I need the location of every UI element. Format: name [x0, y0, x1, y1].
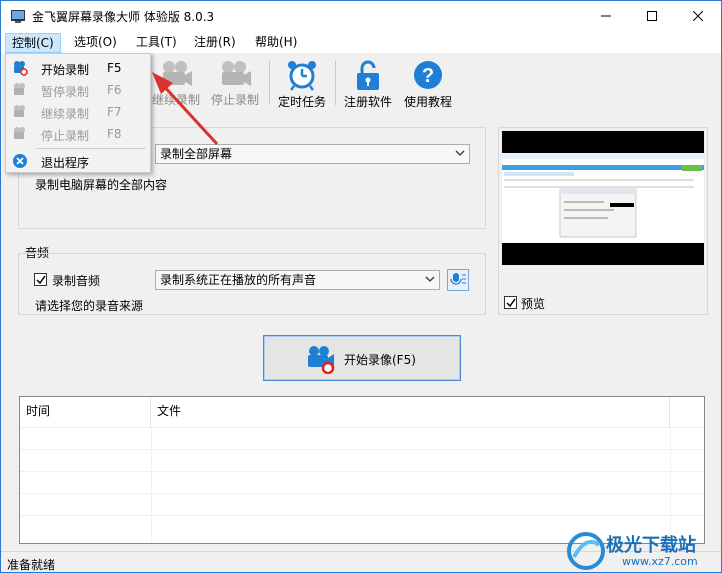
audio-settings-button[interactable] — [447, 269, 469, 291]
video-camera-icon — [163, 61, 192, 86]
resume-camera-icon — [14, 105, 25, 117]
column-divider — [151, 427, 152, 543]
toolbar-divider — [335, 61, 336, 105]
menu-item-start-record[interactable]: 开始录制 F5 — [6, 57, 150, 79]
status-text: 准备就绪 — [7, 558, 56, 572]
menu-item-label: 开始录制 — [41, 63, 90, 77]
checkmark-icon — [36, 275, 46, 285]
stop-camera-icon — [14, 127, 25, 139]
exit-icon — [13, 154, 27, 168]
menu-item-shortcut: F5 — [107, 61, 122, 75]
close-icon — [693, 11, 703, 21]
register-button[interactable]: 注册软件 — [337, 57, 399, 109]
svg-text:?: ? — [422, 65, 434, 87]
app-icon — [11, 10, 25, 23]
watermark-text: 极光下载站 — [606, 535, 696, 556]
pause-camera-icon — [14, 83, 25, 95]
minimize-icon — [601, 15, 611, 17]
site-logo-icon — [567, 532, 605, 570]
recordings-table: 时间 文件 — [19, 396, 705, 544]
menu-item-stop-record[interactable]: 停止录制 F8 — [6, 123, 150, 145]
stop-record-button[interactable]: 停止录制 — [204, 57, 266, 109]
menu-bar: 控制(C) 选项(O) 工具(T) 注册(R) 帮助(H) — [1, 31, 721, 53]
menu-register[interactable]: 注册(R) — [188, 33, 242, 53]
alarm-clock-icon — [288, 61, 316, 91]
menu-item-pause-record[interactable]: 暂停录制 F6 — [6, 79, 150, 101]
toolbar-divider — [269, 61, 270, 105]
start-recording-label: 开始录像(F5) — [344, 353, 416, 367]
record-audio-checkbox[interactable] — [34, 273, 47, 286]
table-row-divider — [20, 449, 704, 450]
audio-source-value: 录制系统正在播放的所有声音 — [160, 273, 317, 287]
column-divider — [670, 427, 671, 543]
menu-item-shortcut: F8 — [107, 127, 122, 141]
microphone-icon — [450, 273, 466, 285]
timer-task-label: 定时任务 — [277, 95, 326, 109]
site-watermark: 极光下载站 www.xz7.com — [566, 529, 716, 573]
app-window: 金飞翼屏幕录像大师 体验版 8.0.3 控制(C) 选项(O) 工具(T) 注册… — [0, 0, 722, 573]
maximize-button[interactable] — [629, 1, 675, 31]
chevron-down-icon — [425, 276, 435, 282]
audio-source-select[interactable]: 录制系统正在播放的所有声音 — [155, 270, 440, 290]
table-row-divider — [20, 471, 704, 472]
menu-item-label: 退出程序 — [41, 156, 90, 170]
chevron-down-icon — [455, 150, 465, 156]
menu-control[interactable]: 控制(C) — [5, 33, 61, 53]
menu-item-label: 停止录制 — [41, 129, 90, 143]
checkmark-icon — [506, 298, 516, 308]
resume-record-button[interactable]: 继续录制 — [145, 57, 207, 109]
record-audio-label: 录制音频 — [52, 274, 101, 288]
register-label: 注册软件 — [343, 95, 392, 109]
video-camera-icon — [222, 61, 251, 86]
close-button[interactable] — [675, 1, 721, 31]
unlock-icon — [357, 60, 379, 90]
preview-panel: 预览 — [498, 127, 708, 315]
help-icon: ? — [414, 61, 442, 89]
audio-source-hint: 请选择您的录音来源 — [35, 299, 144, 313]
maximize-icon — [647, 11, 657, 21]
control-menu-dropdown: 开始录制 F5 暂停录制 F6 继续录制 F7 停止录制 F8 退出程序 — [5, 53, 151, 173]
table-row-divider — [20, 515, 704, 516]
menu-item-label: 继续录制 — [41, 107, 90, 121]
column-header-time[interactable]: 时间 — [20, 397, 151, 427]
table-row-divider — [20, 427, 704, 428]
menu-item-resume-record[interactable]: 继续录制 F7 — [6, 101, 150, 123]
minimize-button[interactable] — [583, 1, 629, 31]
tutorial-button[interactable]: ? 使用教程 — [397, 57, 459, 109]
timer-task-button[interactable]: 定时任务 — [271, 57, 333, 109]
resume-record-label: 继续录制 — [151, 93, 200, 107]
stop-record-label: 停止录制 — [210, 93, 259, 107]
preview-label: 预览 — [521, 297, 546, 311]
start-recording-button[interactable]: 开始录像(F5) — [263, 335, 461, 381]
column-header-spacer — [670, 397, 704, 427]
menu-tools[interactable]: 工具(T) — [130, 33, 183, 53]
menu-item-label: 暂停录制 — [41, 85, 90, 99]
menu-item-shortcut: F6 — [107, 83, 122, 97]
table-row-divider — [20, 493, 704, 494]
title-bar: 金飞翼屏幕录像大师 体验版 8.0.3 — [1, 1, 721, 31]
preview-screen — [502, 131, 704, 265]
menu-options[interactable]: 选项(O) — [68, 33, 123, 53]
screen-preview-image — [502, 131, 704, 265]
preview-checkbox[interactable] — [504, 296, 517, 309]
menu-help[interactable]: 帮助(H) — [249, 33, 303, 53]
column-header-file[interactable]: 文件 — [151, 397, 670, 427]
record-mode-select[interactable]: 录制全部屏幕 — [155, 144, 470, 164]
menu-separator — [36, 148, 146, 149]
window-title: 金飞翼屏幕录像大师 体验版 8.0.3 — [32, 10, 215, 24]
tutorial-label: 使用教程 — [403, 95, 452, 109]
watermark-url: www.xz7.com — [622, 555, 698, 568]
record-mode-description: 录制电脑屏幕的全部内容 — [35, 178, 168, 192]
video-camera-record-icon — [308, 346, 335, 374]
record-mode-value: 录制全部屏幕 — [160, 147, 233, 161]
menu-item-shortcut: F7 — [107, 105, 122, 119]
menu-item-exit[interactable]: 退出程序 — [6, 150, 150, 172]
record-camera-icon — [14, 61, 28, 76]
